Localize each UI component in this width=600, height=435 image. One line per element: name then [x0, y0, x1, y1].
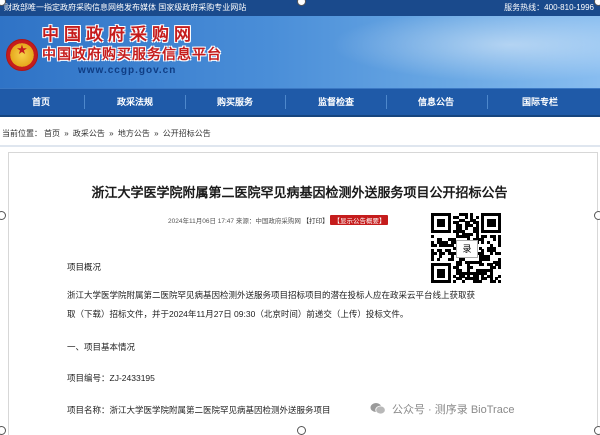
resize-handle-middle-left[interactable]	[0, 211, 6, 220]
project-name-label: 项目名称：	[67, 405, 110, 415]
nav-item-regulations[interactable]: 政采法规	[117, 89, 153, 115]
banner-background-art	[300, 16, 600, 88]
article-meta: 2024年11月06日 17:47 来源：中国政府采购网 【打印】 【显示公告概…	[168, 215, 389, 225]
show-summary-button[interactable]: 【显示公告概要】	[330, 215, 389, 225]
nav-item-international[interactable]: 国际专栏	[522, 89, 558, 115]
breadcrumb-divider	[0, 145, 600, 147]
nav-item-announcements[interactable]: 信息公告	[418, 89, 454, 115]
breadcrumb-separator: »	[109, 129, 114, 138]
site-logo-subtitle: 中国政府购买服务信息平台	[42, 46, 222, 62]
breadcrumb-link-local[interactable]: 地方公告	[118, 129, 150, 138]
nav-item-home[interactable]: 首页	[32, 89, 50, 115]
breadcrumb-link-procurement[interactable]: 政采公告	[73, 129, 105, 138]
project-name: 项目名称：浙江大学医学院附属第二医院罕见病基因检测外送服务项目	[67, 404, 331, 416]
overview-line-2: 取（下载）招标文件，并于2024年11月27日 09:30（北京时间）前递交（上…	[67, 309, 409, 319]
article-source: 中国政府采购网	[255, 218, 301, 225]
breadcrumb-link-home[interactable]: 首页	[44, 129, 60, 138]
breadcrumb-separator: »	[64, 129, 69, 138]
article-date: 2024年11月06日 17:47	[168, 218, 235, 225]
article-title: 浙江大学医学院附属第二医院罕见病基因检测外送服务项目公开招标公告	[91, 185, 508, 200]
nav-item-purchase-services[interactable]: 购买服务	[217, 89, 253, 115]
nav-divider	[487, 95, 488, 109]
resize-handle-middle-right[interactable]	[594, 211, 600, 220]
service-hotline: 服务热线：400-810-1996	[504, 3, 594, 12]
watermark-text: 公众号 · 测序录 BioTrace	[392, 404, 515, 416]
main-nav: 首页 政采法规 购买服务 监督检查 信息公告 国际专栏	[0, 88, 600, 117]
basic-info-heading: 一、项目基本情况	[67, 342, 136, 352]
project-name-value: 浙江大学医学院附属第二医院罕见病基因检测外送服务项目	[109, 405, 331, 415]
qr-code-icon: 录	[431, 213, 502, 284]
breadcrumb-link-tender[interactable]: 公开招标公告	[163, 129, 211, 138]
nav-divider	[84, 95, 85, 109]
nav-item-supervision[interactable]: 监督检查	[318, 89, 354, 115]
project-number: 项目编号：ZJ-2433195	[67, 372, 155, 384]
nav-divider	[185, 95, 186, 109]
site-logo-url: www.ccgp.gov.cn	[78, 65, 177, 76]
breadcrumb-separator: »	[154, 129, 159, 138]
breadcrumb: 当前位置： 首页 » 政采公告 » 地方公告 » 公开招标公告	[0, 127, 600, 141]
breadcrumb-label: 当前位置：	[2, 129, 42, 138]
overview-line-1: 浙江大学医学院附属第二医院罕见病基因检测外送服务项目招标项目的潜在投标人应在政采…	[67, 290, 476, 300]
site-logo-title[interactable]: 中国政府采购网	[42, 20, 196, 45]
article-source-label: 来源：	[235, 218, 256, 225]
site-tagline: 财政部唯一指定政府采购信息网络发布媒体 国家级政府采购专业网站	[4, 3, 247, 12]
resize-handle-top-right[interactable]	[594, 0, 600, 6]
qr-center-glyph: 录	[456, 240, 478, 258]
wechat-icon	[370, 403, 386, 415]
project-number-value: ZJ-2433195	[109, 373, 155, 383]
project-number-label: 项目编号：	[67, 373, 110, 383]
site-banner: ★ 中国政府采购网 中国政府购买服务信息平台 www.ccgp.gov.cn	[0, 16, 600, 88]
nav-divider	[285, 95, 286, 109]
national-emblem-icon: ★	[6, 39, 38, 71]
overview-heading: 项目概况	[67, 262, 102, 272]
nav-divider	[386, 95, 387, 109]
print-link[interactable]: 【打印】	[303, 218, 329, 225]
